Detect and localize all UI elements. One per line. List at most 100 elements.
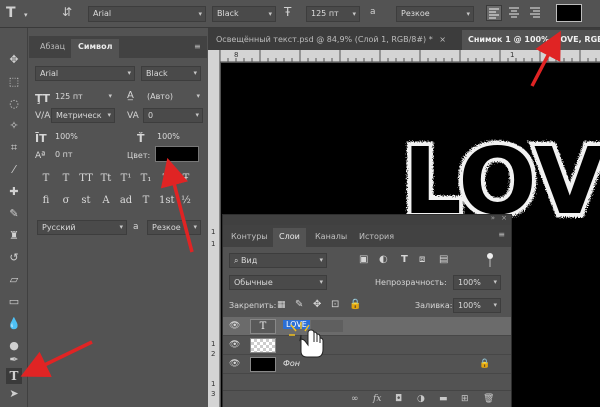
link-icon[interactable]: ∞: [351, 394, 359, 404]
tab-paragraph[interactable]: Абзац: [33, 39, 72, 58]
close-icon[interactable]: ×: [501, 214, 507, 222]
opentype-button-4[interactable]: ad: [119, 194, 133, 208]
layer-row-love[interactable]: 👁 T LOVE: [223, 317, 511, 336]
align-center-button[interactable]: [507, 5, 523, 21]
crop-tool-icon[interactable]: ⌗: [6, 140, 22, 156]
text-layer-thumbnail: T: [250, 319, 276, 334]
font-style-select[interactable]: Black ▾: [212, 6, 276, 22]
opentype-button-2[interactable]: st: [79, 194, 93, 208]
tab-paths[interactable]: Контуры: [225, 228, 274, 247]
opacity-field[interactable]: 100% ▾: [453, 275, 501, 290]
char-font-style-select[interactable]: Black ▾: [141, 66, 201, 81]
text-orientation-icon[interactable]: ⇵: [62, 6, 72, 18]
layer-row-background[interactable]: 👁 Фон 🔒: [223, 355, 511, 374]
type-tool-icon[interactable]: T: [6, 6, 16, 20]
chevron-down-icon: ▾: [108, 92, 112, 100]
tab-document-2[interactable]: Снимок 1 @ 100% (LOVE, RGB: [462, 30, 600, 50]
lasso-tool-icon[interactable]: ◌: [6, 96, 22, 112]
healing-brush-tool-icon[interactable]: ✚: [6, 184, 22, 200]
opentype-button-3[interactable]: A: [99, 194, 113, 208]
layer-row-transparent[interactable]: 👁: [223, 336, 511, 355]
type-tool-icon[interactable]: T: [6, 368, 22, 384]
transparent-layer-thumbnail: [250, 338, 276, 353]
gradient-tool-icon[interactable]: ▭: [6, 294, 22, 310]
tab-character[interactable]: Символ: [71, 39, 120, 58]
eraser-tool-icon[interactable]: ▱: [6, 272, 22, 288]
trash-icon[interactable]: 🗑: [483, 394, 494, 404]
opentype-button-5[interactable]: T: [139, 194, 153, 208]
eyedropper-tool-icon[interactable]: ⁄: [6, 162, 22, 178]
type-style-button-0[interactable]: T: [39, 172, 53, 186]
blend-mode-select[interactable]: Обычные ▾: [229, 275, 327, 290]
eye-icon[interactable]: 👁: [229, 359, 241, 370]
char-antialias-value: Резкое: [152, 223, 181, 232]
clone-stamp-tool-icon[interactable]: ♜: [6, 228, 22, 244]
type-style-button-4[interactable]: T¹: [119, 172, 133, 186]
panel-menu-icon[interactable]: ≡: [194, 42, 201, 51]
opentype-button-6[interactable]: 1st: [159, 194, 175, 208]
horizontal-scale-field[interactable]: 100%: [153, 130, 203, 145]
move-tool-icon[interactable]: ✥: [6, 52, 22, 68]
new-layer-icon[interactable]: ⊞: [461, 394, 469, 404]
filter-pixel-icon[interactable]: ▣: [359, 254, 368, 265]
lock-position-icon[interactable]: ✥: [313, 299, 321, 310]
eye-icon[interactable]: 👁: [229, 340, 241, 351]
tab-history[interactable]: История: [353, 228, 400, 247]
type-style-button-1[interactable]: T: [59, 172, 73, 186]
lock-transparency-icon[interactable]: ▦: [277, 300, 286, 310]
fill-field[interactable]: 100% ▾: [453, 298, 501, 313]
filter-adjustment-icon[interactable]: ◐: [379, 254, 388, 265]
font-size-select[interactable]: 125 пт ▾: [306, 6, 360, 22]
kerning-select[interactable]: Метрическ ▾: [51, 108, 115, 123]
filter-toggle[interactable]: [487, 253, 493, 267]
tab-layers[interactable]: Слои: [273, 228, 306, 247]
layer-filter-select[interactable]: ⌕ Вид ▾: [229, 253, 327, 268]
text-color-swatch[interactable]: [556, 4, 582, 22]
history-brush-tool-icon[interactable]: ↺: [6, 250, 22, 266]
leading-select[interactable]: (Авто) ▾: [143, 90, 203, 105]
opentype-button-1[interactable]: σ: [59, 194, 73, 208]
collapse-icon[interactable]: »: [491, 214, 495, 222]
marquee-tool-icon[interactable]: ⬚: [6, 74, 22, 90]
antialias-select[interactable]: Резкое ▾: [396, 6, 474, 22]
lock-all-icon[interactable]: 🔒: [349, 299, 361, 310]
pen-tool-icon[interactable]: ✒: [6, 352, 22, 368]
filter-type-icon[interactable]: T: [401, 254, 408, 265]
type-style-button-5[interactable]: T₁: [139, 172, 153, 186]
tab-document-1[interactable]: Освещённый текст.psd @ 84,9% (Слой 1, RG…: [210, 30, 452, 50]
panel-menu-icon[interactable]: ≡: [498, 230, 505, 239]
type-style-button-7[interactable]: Ŧ: [179, 172, 193, 186]
folder-icon[interactable]: ▬: [439, 394, 448, 404]
align-left-button[interactable]: [486, 5, 502, 21]
align-right-button[interactable]: [528, 5, 544, 21]
magic-wand-tool-icon[interactable]: ✧: [6, 118, 22, 134]
opentype-button-0[interactable]: fi: [39, 194, 53, 208]
path-selection-tool-icon[interactable]: ➤: [6, 386, 22, 402]
lock-pixels-icon[interactable]: ✎: [295, 299, 303, 310]
fx-icon[interactable]: fx: [373, 394, 381, 404]
tracking-select[interactable]: 0 ▾: [143, 108, 203, 123]
lock-artboard-icon[interactable]: ⊡: [331, 299, 339, 310]
char-font-size-select[interactable]: 125 пт ▾: [51, 90, 115, 105]
char-antialias-select[interactable]: Резкое ▾: [147, 220, 201, 235]
filter-smart-object-icon[interactable]: ▤: [439, 254, 448, 265]
char-font-family-select[interactable]: Arial ▾: [35, 66, 135, 81]
adjustment-icon[interactable]: ◑: [417, 394, 425, 404]
brush-tool-icon[interactable]: ✎: [6, 206, 22, 222]
char-color-swatch[interactable]: [155, 146, 199, 162]
font-family-select[interactable]: Arial ▾: [88, 6, 206, 22]
mask-icon[interactable]: ◘: [395, 394, 402, 404]
tool-preset-chevron-icon[interactable]: ▾: [24, 9, 28, 21]
type-style-button-2[interactable]: TT: [79, 172, 93, 186]
type-style-button-3[interactable]: Tt: [99, 172, 113, 186]
filter-shape-icon[interactable]: ⧈: [419, 254, 425, 265]
baseline-shift-field[interactable]: 0 пт: [51, 148, 103, 163]
vertical-scale-field[interactable]: 100%: [51, 130, 103, 145]
tab-channels[interactable]: Каналы: [309, 228, 353, 247]
close-icon[interactable]: ×: [439, 35, 446, 44]
type-style-button-6[interactable]: T: [159, 172, 173, 186]
opentype-button-7[interactable]: ½: [179, 194, 193, 208]
blur-tool-icon[interactable]: 💧: [6, 316, 22, 332]
language-select[interactable]: Русский ▾: [37, 220, 127, 235]
eye-icon[interactable]: 👁: [229, 321, 241, 332]
